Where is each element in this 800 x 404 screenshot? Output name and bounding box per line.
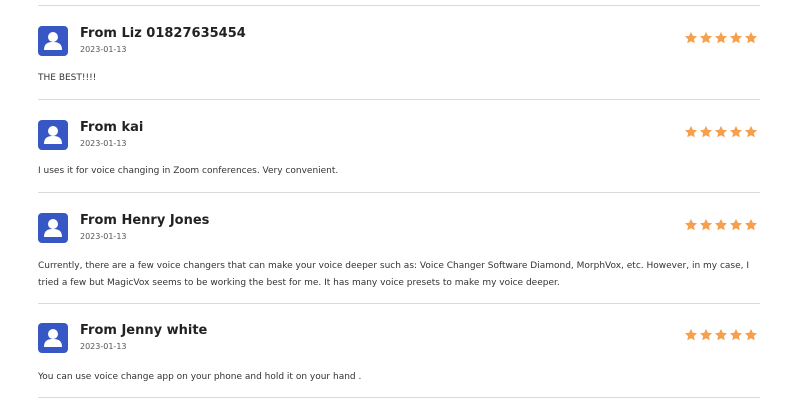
star-icon <box>699 328 713 341</box>
review-list: From Liz 01827635454 2023-01-13 THE BEST… <box>0 0 800 404</box>
divider <box>38 5 760 6</box>
star-icon <box>729 328 743 341</box>
star-icon <box>744 125 758 138</box>
star-rating <box>684 31 758 45</box>
review-date: 2023-01-13 <box>80 342 127 351</box>
star-icon <box>684 31 698 44</box>
star-icon <box>699 31 713 44</box>
review-text: THE BEST!!!! <box>38 73 97 83</box>
star-icon <box>744 218 758 231</box>
star-icon <box>729 125 743 138</box>
review-text: You can use voice change app on your pho… <box>38 372 362 382</box>
star-icon <box>729 218 743 231</box>
divider <box>38 192 760 193</box>
star-icon <box>744 328 758 341</box>
user-avatar-icon <box>38 120 68 150</box>
divider <box>38 99 760 100</box>
review-author: From kai <box>80 120 144 135</box>
user-avatar-icon <box>38 26 68 56</box>
review-text: Currently, there are a few voice changer… <box>38 261 750 288</box>
star-rating <box>684 328 758 342</box>
review-date: 2023-01-13 <box>80 45 127 54</box>
star-icon <box>684 328 698 341</box>
user-avatar-icon <box>38 213 68 243</box>
star-icon <box>699 125 713 138</box>
divider <box>38 303 760 304</box>
star-icon <box>714 328 728 341</box>
star-icon <box>714 218 728 231</box>
star-icon <box>714 125 728 138</box>
star-icon <box>714 31 728 44</box>
review-author: From Jenny white <box>80 323 208 338</box>
star-rating <box>684 125 758 139</box>
review-date: 2023-01-13 <box>80 232 127 241</box>
star-icon <box>684 218 698 231</box>
divider <box>38 397 760 398</box>
review-author: From Liz 01827635454 <box>80 26 246 41</box>
user-avatar-icon <box>38 323 68 353</box>
review-date: 2023-01-13 <box>80 139 127 148</box>
star-rating <box>684 218 758 232</box>
star-icon <box>729 31 743 44</box>
review-author: From Henry Jones <box>80 213 210 228</box>
review-text: I uses it for voice changing in Zoom con… <box>38 166 339 176</box>
star-icon <box>684 125 698 138</box>
star-icon <box>744 31 758 44</box>
star-icon <box>699 218 713 231</box>
